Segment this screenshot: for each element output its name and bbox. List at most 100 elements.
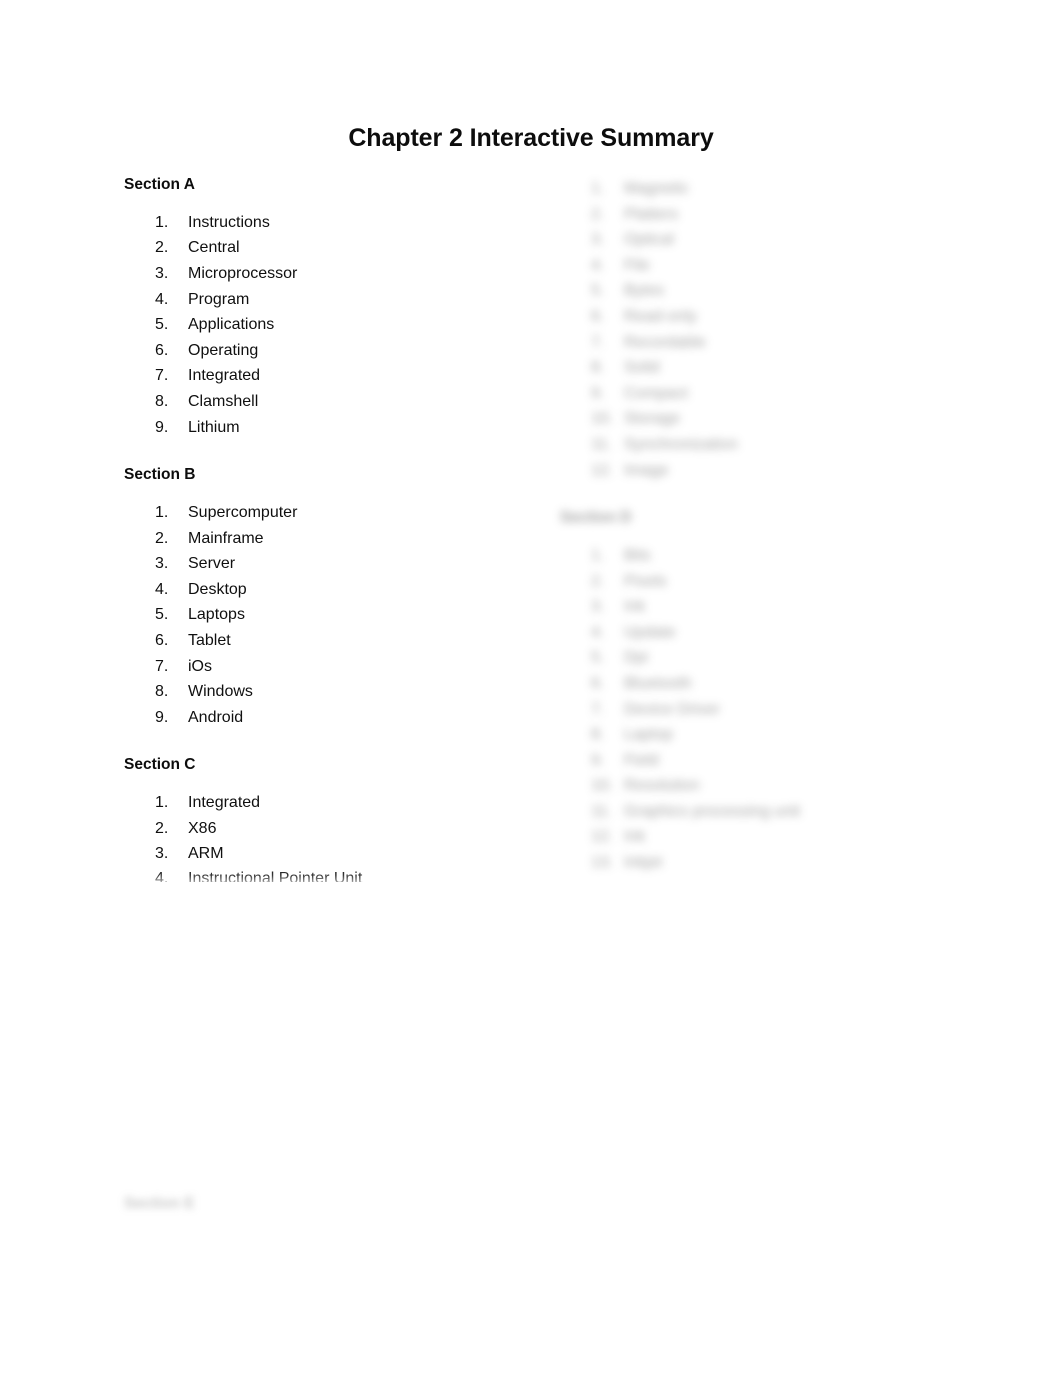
list-item-label: Compact — [624, 384, 689, 402]
list-item: 6. Read-only — [560, 304, 980, 330]
list-item-label: Integrated — [188, 367, 261, 385]
list-item: 1. Supercomputer — [124, 500, 496, 526]
list-item: 8. Windows — [124, 679, 496, 705]
list-item-label: Device Driver — [624, 700, 721, 718]
list-item: 1. Bits — [560, 543, 980, 569]
list-item-number: 2. — [155, 529, 169, 547]
list-item: 7. Integrated — [124, 363, 496, 389]
list-item-number: 3. — [591, 231, 605, 249]
list-item-label: Laptop — [624, 726, 673, 744]
list-item-number: 7. — [591, 333, 605, 351]
list-item-number: 3. — [155, 845, 169, 863]
list-item-number: 8. — [591, 726, 605, 744]
list-item: 1. Magnetic — [560, 176, 980, 202]
list-item: 8. Laptop — [560, 722, 980, 748]
list-item-number: 3. — [591, 598, 605, 616]
list-item: 4. Program — [124, 287, 496, 313]
list-item-label: Ink — [624, 598, 646, 616]
list-item: 11. Graphics processing unit — [560, 799, 980, 825]
list-item: 2. Pixels — [560, 569, 980, 595]
section-block-a: Section A 1. Instructions 2. Central 3. Mic… — [124, 176, 496, 440]
section-a-list: 1. Instructions 2. Central 3. Microprocesso… — [124, 210, 496, 440]
list-item-number: 9. — [155, 418, 169, 436]
list-item: 6. Operating — [124, 338, 496, 364]
list-item: 11. Synchronization — [560, 432, 980, 458]
list-item-label: Image — [624, 461, 669, 479]
list-item: 6. Tablet — [124, 628, 496, 654]
list-item: 6. Bluetooth — [560, 671, 980, 697]
list-item-number: 4. — [155, 290, 169, 308]
list-item-number: 3. — [155, 265, 169, 282]
list-item-label: Laptops — [188, 606, 245, 624]
section-heading-a: Section A — [124, 176, 195, 193]
list-item-label: Field — [624, 751, 659, 769]
list-item: 13. Inkjet — [560, 850, 980, 876]
list-item-number: 2. — [155, 239, 169, 257]
list-item-label: Ink — [624, 828, 646, 846]
list-item: 3. Server — [124, 551, 496, 577]
document-page: Chapter 2 Interactive Summary Section A … — [0, 0, 1062, 1377]
list-item-label: Dpi — [624, 649, 649, 667]
list-item: 2. X86 — [124, 816, 496, 842]
list-item-label: Pixels — [624, 572, 667, 590]
list-item-label: Synchronization — [624, 435, 738, 453]
list-item-label: Server — [188, 555, 236, 573]
page-title: Chapter 2 Interactive Summary — [348, 124, 714, 152]
list-item: 2. Central — [124, 235, 496, 261]
list-item: 9. Lithium — [124, 415, 496, 441]
list-item-label: Inkjet — [624, 854, 663, 872]
list-item-label: Storage — [624, 410, 681, 428]
list-item-number: 9. — [591, 751, 605, 769]
list-item-label: Instructional Pointer Unit — [188, 870, 363, 882]
section-heading-b: Section B — [124, 466, 196, 484]
list-item-number: 2. — [591, 572, 605, 590]
list-item: 10. Resolution — [560, 773, 980, 799]
section-heading-c: Section C — [124, 756, 196, 774]
list-item-number: 4. — [155, 580, 169, 598]
list-item-number: 8. — [591, 359, 605, 377]
list-item: 9. Compact — [560, 381, 980, 407]
list-item-label: Microprocessor — [188, 265, 298, 282]
list-item: 2. Mainframe — [124, 526, 496, 552]
list-item-number: 4. — [155, 870, 169, 882]
list-item-label: Mainframe — [188, 529, 264, 547]
list-item-label: Recordable — [624, 333, 706, 351]
list-item: 1. Integrated — [124, 790, 496, 816]
list-item: 5. Applications — [124, 312, 496, 338]
list-item-label: Graphics processing unit — [624, 802, 801, 820]
list-item-label: Update — [624, 623, 676, 641]
list-item: 4. Update — [560, 620, 980, 646]
list-item-label: Resolution — [624, 777, 700, 795]
list-item-number: 6. — [155, 631, 169, 649]
list-item: 8. Clamshell — [124, 389, 496, 415]
list-item-number: 6. — [155, 341, 169, 359]
list-item: 3. Ink — [560, 594, 980, 620]
right-block-2-list: 1. Bits 2. Pixels 3. Ink 4. Update 5. Dpi 6. B… — [560, 543, 980, 876]
list-item-label: Applications — [188, 316, 275, 334]
list-item-label: File — [624, 256, 650, 274]
list-item: 4. File — [560, 253, 980, 279]
list-item-label: Clamshell — [188, 392, 259, 410]
list-item-label: Instructions — [188, 213, 270, 231]
list-item-label: Optical — [624, 231, 674, 249]
list-item-number: 12. — [591, 828, 614, 846]
section-block-c: Section C 1. Integrated 2. X86 3. ARM — [124, 756, 496, 867]
list-item-label: Bytes — [624, 282, 665, 300]
list-item-number: 5. — [155, 316, 169, 334]
list-item-label: Read-only — [624, 307, 697, 325]
list-item-label: Bits — [624, 546, 651, 564]
list-item: 9. Field — [560, 748, 980, 774]
list-item: 3. Optical — [560, 227, 980, 253]
right-block-1: 1. Magnetic 2. Platters 3. Optical 4. File 5… — [560, 176, 980, 483]
list-item-number: 5. — [155, 606, 169, 624]
list-item-label: Supercomputer — [188, 503, 298, 521]
faint-section-heading-e: Section E — [124, 1195, 195, 1212]
list-item-number: 4. — [591, 256, 605, 274]
list-item: 4. Desktop — [124, 577, 496, 603]
list-item-label: Bluetooth — [624, 674, 692, 692]
list-item-label: Desktop — [188, 580, 247, 598]
list-item-number: 9. — [155, 708, 169, 726]
list-item: 3. ARM — [124, 841, 496, 867]
list-item-number: 11. — [591, 802, 613, 820]
list-item-number: 12. — [591, 461, 614, 479]
